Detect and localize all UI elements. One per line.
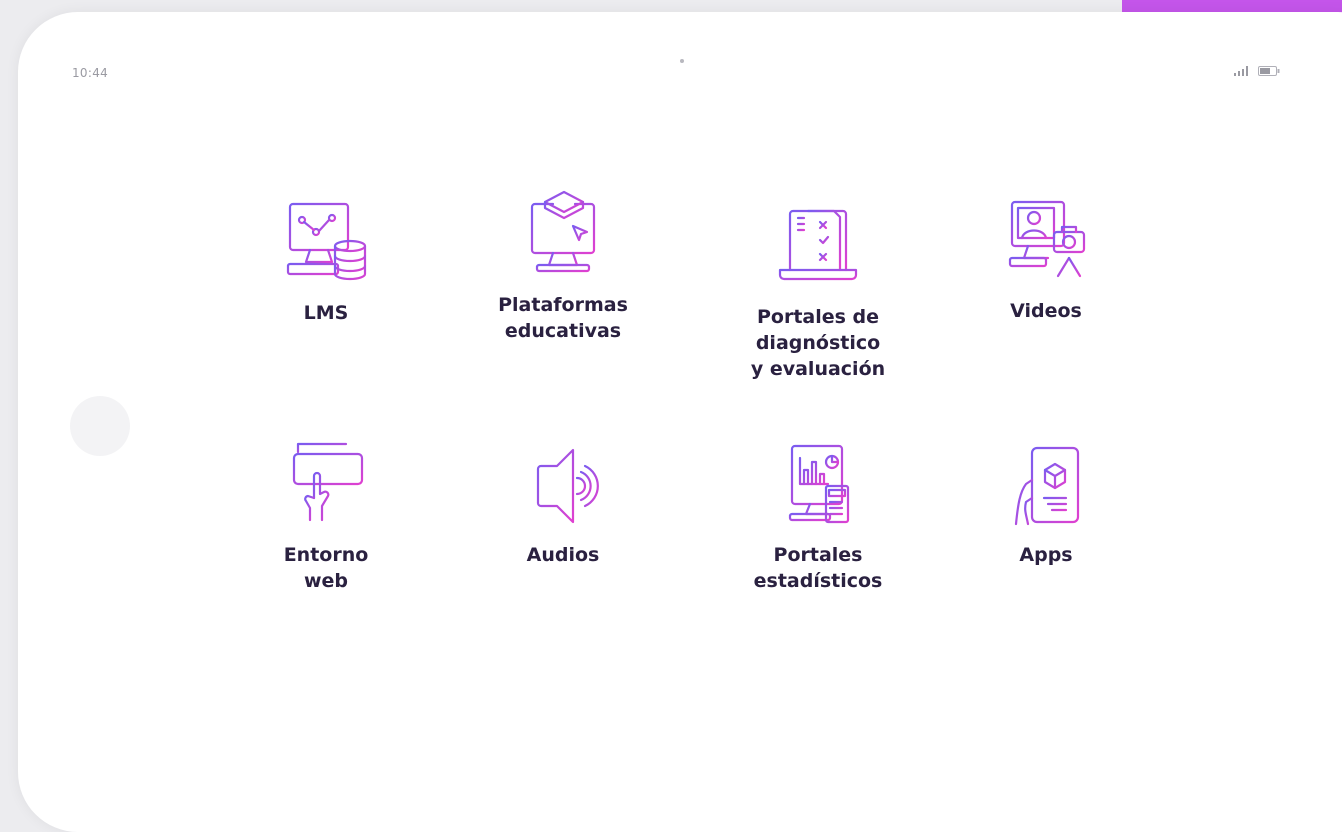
app-tile-portales-diagnostico[interactable]: Portales de diagnóstico y evaluación — [728, 202, 908, 382]
app-tile-apps[interactable]: Apps — [956, 440, 1136, 568]
statistics-portal-icon — [788, 444, 850, 524]
home-button[interactable] — [70, 396, 130, 456]
lms-database-icon — [286, 202, 367, 281]
app-label: Portales estadísticos — [753, 544, 883, 592]
app-label: Plataformas educativas — [498, 294, 628, 342]
battery-icon — [1258, 66, 1280, 76]
video-camera-icon — [1008, 200, 1086, 278]
app-label: Videos — [1010, 300, 1082, 322]
educational-platform-icon — [530, 190, 596, 273]
status-time: 10:44 — [72, 66, 109, 80]
status-indicators — [1234, 66, 1280, 76]
app-tile-audios[interactable]: Audios — [473, 440, 653, 568]
app-label: LMS — [303, 302, 349, 324]
app-tile-lms[interactable]: LMS — [236, 198, 416, 326]
app-label: Portales de diagnóstico y evaluación — [750, 306, 886, 380]
app-label: Apps — [1019, 544, 1073, 566]
app-tile-plataformas-educativas[interactable]: Plataformas educativas — [473, 190, 653, 344]
app-tile-videos[interactable]: Videos — [956, 196, 1136, 324]
app-label: Entorno web — [283, 544, 369, 592]
speaker-icon — [536, 448, 599, 524]
app-tile-portales-estadisticos[interactable]: Portales estadísticos — [728, 440, 908, 594]
web-keyboard-icon — [292, 442, 364, 522]
assessment-portal-icon — [778, 209, 858, 281]
app-tile-entorno-web[interactable]: Entorno web — [236, 440, 416, 594]
tablet-screen — [18, 12, 1342, 832]
front-camera — [680, 59, 684, 63]
app-label: Audios — [526, 544, 600, 566]
signal-icon — [1234, 66, 1248, 76]
mobile-app-icon — [1014, 446, 1080, 526]
